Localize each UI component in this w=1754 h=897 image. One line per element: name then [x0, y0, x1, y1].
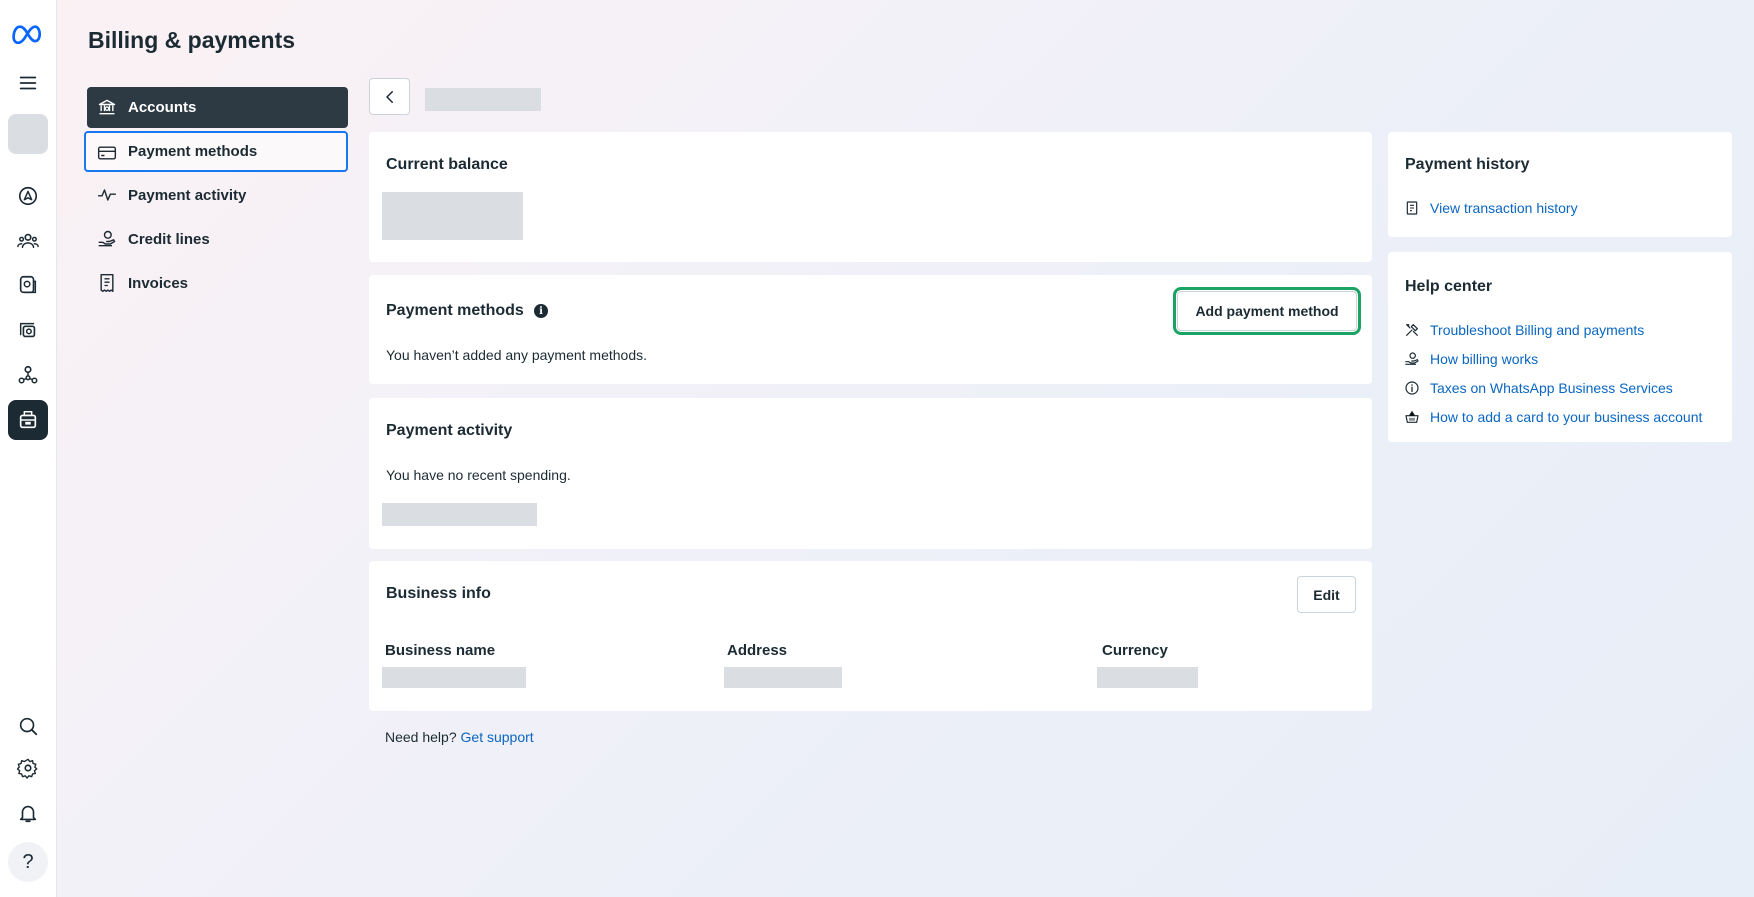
account-avatar-placeholder[interactable] — [8, 114, 48, 154]
nav-item-accounts[interactable]: Accounts — [87, 87, 348, 128]
search-icon[interactable] — [8, 706, 48, 746]
chat-icon[interactable] — [8, 265, 48, 305]
get-support-link[interactable]: Get support — [461, 729, 534, 745]
address-placeholder — [724, 667, 842, 688]
nav-label-invoices: Invoices — [128, 275, 189, 292]
payment-history-card: Payment history View transaction history — [1388, 132, 1732, 237]
payment-activity-card: Payment activity You have no recent spen… — [369, 398, 1372, 549]
bank-icon — [98, 99, 116, 115]
activity-icon — [97, 189, 117, 201]
network-icon[interactable] — [8, 355, 48, 395]
current-balance-title: Current balance — [386, 156, 508, 173]
menu-icon[interactable] — [8, 63, 48, 103]
page-title: Billing & payments — [88, 27, 296, 53]
nav-label-payment-activity: Payment activity — [128, 187, 247, 204]
help-center-title: Help center — [1405, 278, 1493, 295]
compass-icon[interactable] — [8, 176, 48, 216]
chevron-left-icon — [385, 90, 393, 103]
footer-prefix: Need help? — [385, 729, 457, 745]
nav-label-accounts: Accounts — [128, 99, 197, 116]
currency-label: Currency — [1102, 642, 1168, 659]
nav-label-credit-lines: Credit lines — [128, 231, 210, 248]
gear-icon[interactable] — [8, 748, 48, 788]
footer-help: Need help? Get support — [385, 729, 534, 745]
help-link-billing-works-label: How billing works — [1430, 351, 1539, 367]
meta-logo-icon[interactable] — [8, 13, 48, 53]
help-link-troubleshoot-label: Troubleshoot Billing and payments — [1430, 322, 1645, 338]
activity-link-placeholder — [382, 503, 537, 526]
payment-history-title: Payment history — [1405, 156, 1530, 173]
hand-coin-icon — [1405, 352, 1419, 365]
bell-icon[interactable] — [8, 793, 48, 833]
help-glyph: ? — [22, 850, 34, 873]
payment-activity-title: Payment activity — [386, 422, 513, 439]
info-circle-icon — [1405, 381, 1419, 395]
credit-card-icon — [97, 146, 117, 160]
billing-icon[interactable] — [8, 400, 48, 440]
currency-placeholder — [1097, 667, 1198, 688]
nav-item-payment-activity[interactable]: Payment activity — [87, 175, 348, 216]
help-icon[interactable]: ? — [8, 842, 48, 882]
back-button[interactable] — [369, 78, 410, 115]
balance-amount-placeholder — [382, 192, 523, 240]
info-glyph: i — [539, 305, 543, 317]
help-link-add-card[interactable]: How to add a card to your business accou… — [1404, 407, 1702, 427]
help-link-taxes[interactable]: Taxes on WhatsApp Business Services — [1404, 378, 1673, 398]
address-label: Address — [727, 642, 788, 659]
nav-item-payment-methods[interactable]: Payment methods — [84, 131, 348, 172]
tools-icon — [1406, 324, 1418, 336]
people-icon[interactable] — [8, 221, 48, 261]
edit-button[interactable]: Edit — [1297, 576, 1356, 613]
business-name-placeholder — [382, 667, 526, 688]
nav-label-payment-methods: Payment methods — [128, 143, 258, 160]
help-link-taxes-label: Taxes on WhatsApp Business Services — [1430, 380, 1673, 396]
receipt-icon — [1406, 201, 1418, 215]
nav-item-invoices[interactable]: Invoices — [87, 263, 348, 304]
payment-activity-empty-text: You have no recent spending. — [386, 467, 571, 483]
data-icon[interactable] — [8, 310, 48, 350]
business-info-card: Business info Edit Business name Address… — [369, 561, 1372, 711]
help-link-billing-works[interactable]: How billing works — [1404, 349, 1538, 369]
help-center-card: Help center Troubleshoot Billing and pay… — [1388, 252, 1732, 442]
hand-coin-icon — [98, 230, 116, 247]
add-payment-method-button[interactable]: Add payment method — [1173, 287, 1361, 335]
help-link-add-card-label: How to add a card to your business accou… — [1430, 409, 1703, 425]
payment-methods-title: Payment methods — [386, 302, 524, 319]
business-name-label: Business name — [385, 642, 496, 659]
icon-rail: ? — [0, 0, 57, 897]
view-transaction-history-link[interactable]: View transaction history — [1404, 198, 1578, 218]
basket-icon — [1405, 410, 1419, 423]
payment-methods-empty-text: You haven’t added any payment methods. — [386, 347, 648, 363]
help-link-troubleshoot[interactable]: Troubleshoot Billing and payments — [1404, 320, 1644, 340]
payment-methods-card: Payment methods i Add payment method You… — [369, 275, 1372, 384]
breadcrumb-placeholder — [425, 88, 541, 111]
current-balance-card: Current balance — [369, 132, 1372, 262]
business-info-title: Business info — [386, 585, 491, 602]
billing-nav: Accounts Payment methods Payment activit… — [84, 87, 348, 307]
info-icon[interactable]: i — [534, 304, 548, 318]
nav-item-credit-lines[interactable]: Credit lines — [87, 219, 348, 260]
receipt-icon — [100, 273, 114, 293]
view-transaction-history-label: View transaction history — [1430, 200, 1578, 216]
